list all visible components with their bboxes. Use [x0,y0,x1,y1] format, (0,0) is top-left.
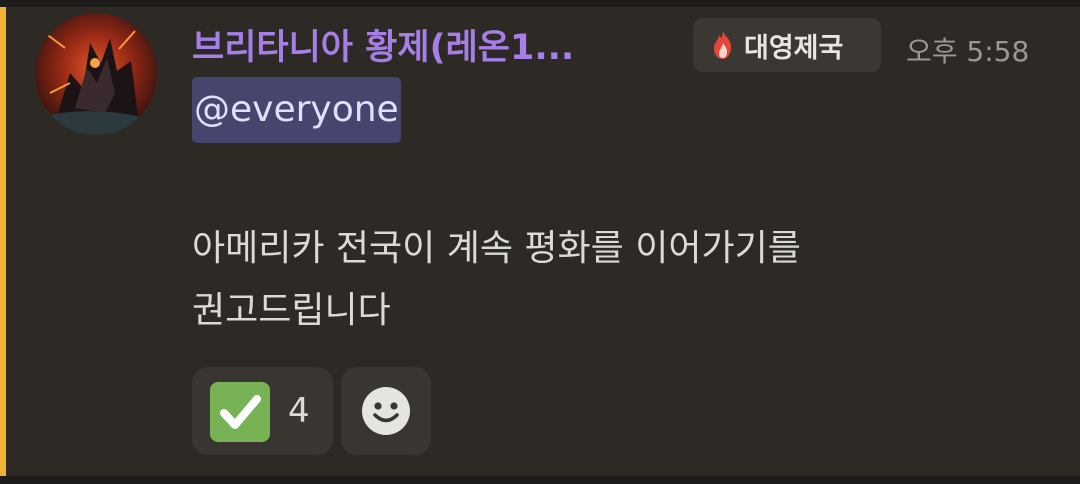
avatar[interactable] [35,13,157,135]
author-name[interactable]: 브리타니아 황제(레온1... [192,19,574,70]
check-mark-button-icon [210,382,270,442]
divider-top [0,0,1080,7]
chat-message: 브리타니아 황제(레온1... 대영제국 오후 5:58 @everyone 아… [0,0,1080,484]
add-reaction-smile-icon [362,387,410,435]
reaction-count: 4 [288,391,310,431]
avatar-image [35,13,157,135]
add-reaction-button[interactable] [341,367,431,455]
role-tag-label: 대영제국 [744,32,844,64]
reaction-check-mark[interactable]: 4 [192,367,333,455]
mention-highlight-bar [0,7,6,476]
message-line: 아메리카 전국이 계속 평화를 이어가기를 [192,228,801,269]
message-line: 권고드립니다 [192,290,391,331]
timestamp[interactable]: 오후 5:58 [906,30,1029,70]
divider-bottom [0,476,1080,484]
everyone-mention[interactable]: @everyone [192,77,401,143]
role-tag[interactable]: 대영제국 [693,18,881,72]
fire-emoji-icon [714,31,731,59]
message-content: 아메리카 전국이 계속 평화를 이어가기를 권고드립니다 [192,218,1052,342]
